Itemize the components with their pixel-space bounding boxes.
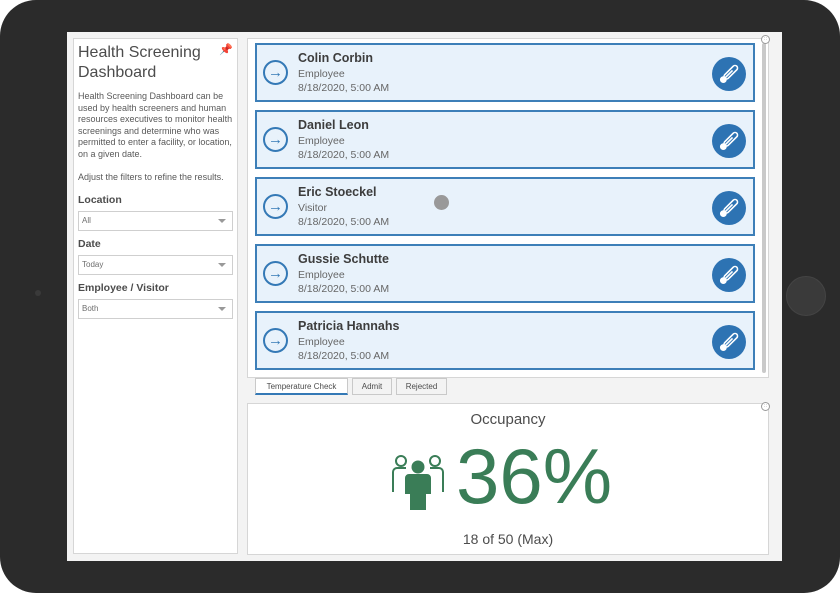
pin-icon[interactable]: 📌	[219, 43, 233, 56]
camera-dot	[35, 290, 41, 296]
person-name: Patricia Hannahs	[298, 319, 400, 333]
person-role: Employee	[298, 135, 345, 147]
list-item[interactable]: → Gussie Schutte Employee 8/18/2020, 5:0…	[255, 244, 755, 303]
occupancy-panel: Occupancy 36% 18 of 50 (Max)	[247, 403, 769, 555]
person-role: Employee	[298, 68, 345, 80]
list-item[interactable]: → Eric Stoeckel Visitor 8/18/2020, 5:00 …	[255, 177, 755, 236]
thermometer-icon[interactable]	[712, 258, 746, 292]
tab-temperature-check[interactable]: Temperature Check	[255, 378, 348, 395]
dashboard-screen: 📌 Health Screening Dashboard Health Scre…	[67, 32, 782, 561]
arrow-right-circle-icon[interactable]: →	[263, 328, 288, 353]
person-type-select[interactable]: Both	[78, 299, 233, 320]
arrow-right-circle-icon[interactable]: →	[263, 60, 288, 85]
dashboard-description: Health Screening Dashboard can be used b…	[78, 91, 233, 159]
person-type-filter-label: Employee / Visitor	[78, 282, 169, 295]
tablet-frame: 📌 Health Screening Dashboard Health Scre…	[0, 0, 840, 593]
widget-options-icon[interactable]: ∷	[761, 35, 770, 44]
arrow-right-circle-icon[interactable]: →	[263, 127, 288, 152]
chevron-down-icon	[218, 307, 226, 312]
person-name: Gussie Schutte	[298, 252, 389, 266]
list-scrollbar[interactable]	[762, 43, 766, 373]
date-filter-label: Date	[78, 238, 101, 251]
list-item[interactable]: → Daniel Leon Employee 8/18/2020, 5:00 A…	[255, 110, 755, 169]
person-role: Visitor	[298, 202, 327, 214]
list-item[interactable]: → Patricia Hannahs Employee 8/18/2020, 5…	[255, 311, 755, 370]
thermometer-icon[interactable]	[712, 325, 746, 359]
date-select[interactable]: Today	[78, 255, 233, 276]
location-filter-label: Location	[78, 194, 122, 207]
arrow-right-circle-icon[interactable]: →	[263, 194, 288, 219]
person-type-select-value: Both	[82, 304, 99, 314]
chevron-down-icon	[218, 219, 226, 224]
date-select-value: Today	[82, 260, 104, 270]
sidebar-panel: 📌 Health Screening Dashboard Health Scre…	[73, 38, 238, 554]
person-name: Daniel Leon	[298, 118, 369, 132]
occupancy-percent: 36%	[456, 432, 613, 520]
screening-time: 8/18/2020, 5:00 AM	[298, 350, 390, 362]
location-select[interactable]: All	[78, 211, 233, 232]
people-group-icon	[390, 452, 446, 515]
screening-time: 8/18/2020, 5:00 AM	[298, 216, 390, 228]
tab-rejected[interactable]: Rejected	[396, 378, 447, 395]
arrow-right-circle-icon[interactable]: →	[263, 261, 288, 286]
screening-time: 8/18/2020, 5:00 AM	[298, 82, 390, 94]
occupancy-title: Occupancy	[470, 411, 546, 428]
tab-admit[interactable]: Admit	[352, 378, 392, 395]
thermometer-icon[interactable]	[712, 57, 746, 91]
person-role: Employee	[298, 269, 345, 281]
chevron-down-icon	[218, 263, 226, 268]
screening-list-panel: → Colin Corbin Employee 8/18/2020, 5:00 …	[247, 38, 769, 378]
home-button[interactable]	[786, 276, 826, 316]
dashboard-title: Health Screening Dashboard	[78, 44, 201, 81]
screening-time: 8/18/2020, 5:00 AM	[298, 149, 390, 161]
filter-hint: Adjust the filters to refine the results…	[78, 171, 224, 182]
thermometer-icon[interactable]	[712, 191, 746, 225]
touch-cursor-indicator	[434, 195, 449, 210]
widget-options-icon[interactable]: ∷	[761, 402, 770, 411]
thermometer-icon[interactable]	[712, 124, 746, 158]
person-name: Colin Corbin	[298, 51, 373, 65]
person-role: Employee	[298, 336, 345, 348]
occupancy-detail: 18 of 50 (Max)	[462, 531, 554, 547]
location-select-value: All	[82, 216, 91, 226]
person-name: Eric Stoeckel	[298, 185, 377, 199]
screening-time: 8/18/2020, 5:00 AM	[298, 283, 390, 295]
list-item[interactable]: → Colin Corbin Employee 8/18/2020, 5:00 …	[255, 43, 755, 102]
